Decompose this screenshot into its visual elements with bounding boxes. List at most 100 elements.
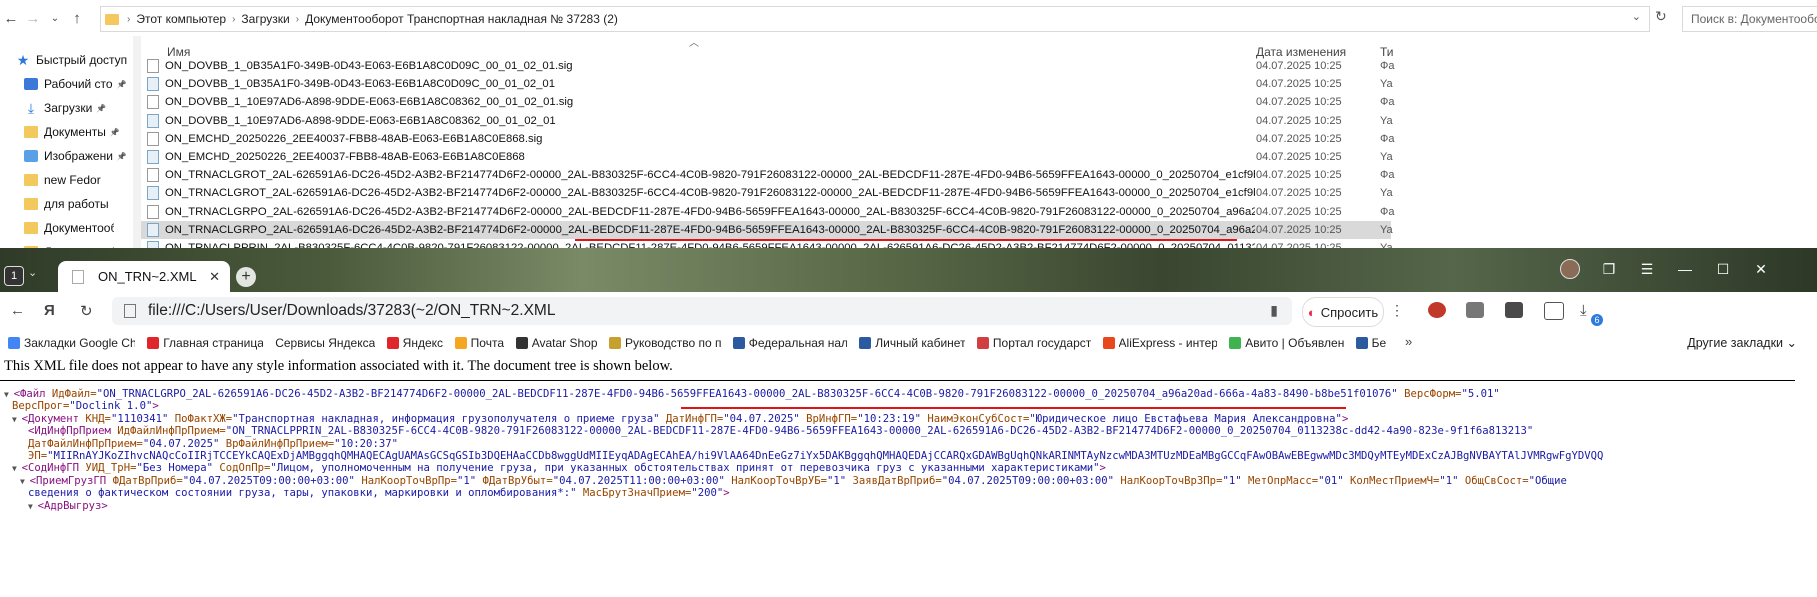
file-explorer-window: ← → ⌄ ↑ › Этот компьютер › Загрузки › До…: [0, 0, 1817, 290]
breadcrumb-this-pc[interactable]: Этот компьютер: [130, 12, 232, 26]
file-list: ON_DOVBB_1_0B35A1F0-349B-0D43-E063-E6B1A…: [141, 57, 1394, 257]
bookmark-item[interactable]: Сервисы Яндекса: [275, 336, 374, 350]
file-row[interactable]: ON_TRNACLGRPO_2AL-626591A6-DC26-45D2-A3B…: [141, 203, 1394, 221]
collapse-triangle-icon[interactable]: ▼: [28, 502, 38, 511]
extension-icon[interactable]: [1428, 302, 1446, 318]
collapse-triangle-icon[interactable]: ▼: [4, 390, 14, 399]
sidebar-item[interactable]: Рабочий сто 📌: [0, 72, 132, 96]
bookmark-favicon-icon: [8, 337, 20, 349]
bookmark-item[interactable]: Личный кабинет: [859, 336, 965, 350]
bookmark-item[interactable]: Почта: [454, 336, 504, 350]
file-date: 04.07.2025 10:25: [1256, 78, 1342, 91]
xml-tag: >: [723, 487, 730, 500]
xml-attr-value: "04.07.2025T11:00:00+03:00": [552, 474, 725, 487]
xml-tag: <ИдИнфПрПрием: [28, 425, 118, 438]
tabs-menu-icon[interactable]: ☰: [1628, 261, 1666, 278]
collapse-triangle-icon[interactable]: ▼: [20, 477, 30, 486]
file-row[interactable]: ON_DOVBB_1_10E97AD6-A898-9DDE-E063-E6B1A…: [141, 112, 1393, 130]
chevron-down-icon[interactable]: ⌄: [1632, 10, 1641, 23]
file-date: 04.07.2025 10:25: [1256, 96, 1342, 109]
downloads-icon[interactable]: ⤓: [1580, 302, 1587, 319]
file-date: 04.07.2025 10:25: [1256, 151, 1342, 164]
breadcrumb-current-folder[interactable]: Документооборот Транспортная накладная №…: [299, 12, 624, 26]
sidebar-item[interactable]: Документы 📌: [0, 120, 132, 144]
file-name: ON_TRNACLGROT_2AL-626591A6-DC26-45D2-A3B…: [165, 187, 1255, 200]
file-row[interactable]: ON_EMCHD_20250226_2EE40037-FBB8-48AB-E06…: [141, 130, 1394, 148]
workspace-badge[interactable]: 1: [4, 266, 24, 286]
file-row[interactable]: ON_TRNACLGROT_2AL-626591A6-DC26-45D2-A3B…: [141, 184, 1393, 202]
collapse-triangle-icon[interactable]: ▼: [12, 415, 22, 424]
minimize-icon[interactable]: —: [1666, 261, 1704, 277]
tab-bar: 1 ⌄ ON_TRN~2.XML ✕ + ❐ ☰ — ☐ ✕: [0, 248, 1817, 292]
maximize-icon[interactable]: ☐: [1704, 261, 1742, 278]
bookmark-item[interactable]: Закладки Google Ch: [8, 336, 135, 350]
bookmark-item[interactable]: Авито | Объявлен: [1229, 336, 1344, 350]
other-bookmarks-button[interactable]: Другие закладки ⌄: [1687, 335, 1797, 350]
file-row[interactable]: ON_TRNACLGROT_2AL-626591A6-DC26-45D2-A3B…: [141, 166, 1394, 184]
file-row[interactable]: ON_DOVBB_1_0B35A1F0-349B-0D43-E063-E6B1A…: [141, 57, 1394, 75]
refresh-icon[interactable]: ↻: [1655, 8, 1667, 25]
document-icon: [72, 269, 84, 284]
bookmark-favicon-icon: [976, 337, 989, 349]
file-row[interactable]: ON_DOVBB_1_10E97AD6-A898-9DDE-E063-E6B1A…: [141, 93, 1394, 111]
up-arrow-icon[interactable]: ↑: [66, 10, 88, 27]
avatar[interactable]: [1560, 259, 1580, 279]
sidebar-item[interactable]: ★ Быстрый доступ: [0, 48, 132, 72]
back-arrow-icon[interactable]: ←: [10, 302, 25, 319]
tab-list-chevron-icon[interactable]: ⌄: [28, 266, 37, 279]
reload-icon[interactable]: ↻: [80, 302, 93, 320]
sidebar-item[interactable]: Изображени 📌: [0, 144, 132, 168]
bookmark-favicon-icon: [859, 337, 872, 349]
xml-tag: <ПриемГрузГП: [29, 474, 113, 487]
explorer-search-input[interactable]: Поиск в: Документооборот: [1682, 6, 1817, 32]
page-content: This XML file does not appear to have an…: [0, 356, 1817, 597]
folder-icon: [24, 198, 38, 210]
tab-active[interactable]: ON_TRN~2.XML ✕: [58, 261, 230, 292]
extensions-icon[interactable]: [1544, 302, 1564, 320]
address-bar[interactable]: › Этот компьютер › Загрузки › Документоо…: [100, 6, 1650, 32]
url-bar[interactable]: file:///C:/Users/User/Downloads/37283(~2…: [112, 297, 1292, 325]
sidebar-item[interactable]: new Fedor: [0, 168, 132, 192]
more-bookmarks-icon[interactable]: »: [1405, 334, 1412, 349]
recent-locations-icon[interactable]: ⌄: [44, 13, 66, 24]
bookmark-item[interactable]: AliExpress - интер: [1102, 336, 1217, 350]
extension-icon[interactable]: [1505, 302, 1523, 318]
yandex-logo-icon[interactable]: Я: [44, 302, 55, 319]
bookmark-item[interactable]: Яндекс: [386, 336, 443, 350]
new-tab-button[interactable]: +: [236, 267, 256, 287]
bookmark-item[interactable]: Бе: [1355, 336, 1386, 350]
file-row[interactable]: ON_TRNACLGRPO_2AL-626591A6-DC26-45D2-A3B…: [141, 220, 1393, 239]
xml-attr-name: ВерсФорм=: [1397, 388, 1462, 400]
xml-attr-value: "Лицом, уполномоченным на получение груз…: [270, 462, 1100, 475]
xml-attr-name: МетОпрМасс=: [1241, 474, 1319, 487]
breadcrumb-downloads[interactable]: Загрузки: [235, 12, 295, 26]
bookmark-icon[interactable]: ▮: [1270, 302, 1278, 319]
more-options-icon[interactable]: ⋮: [1390, 302, 1404, 319]
file-name: ON_EMCHD_20250226_2EE40037-FBB8-48AB-E06…: [165, 151, 525, 164]
xml-line: ДатФайлИнфПрПрием="04.07.2025" ВрФайлИнф…: [0, 438, 1817, 450]
bookmark-item[interactable]: Avatar Shop: [515, 336, 597, 350]
bookmark-label: Закладки Google Ch: [24, 336, 136, 350]
file-row[interactable]: ON_EMCHD_20250226_2EE40037-FBB8-48AB-E06…: [141, 148, 1393, 166]
red-underline-annotation: [575, 239, 1237, 241]
bookmark-label: Почта: [470, 336, 504, 350]
forward-arrow-icon[interactable]: →: [22, 10, 44, 27]
bookmark-item[interactable]: Федеральная нал: [732, 336, 847, 350]
back-arrow-icon[interactable]: ←: [0, 10, 22, 27]
collections-icon[interactable]: ❐: [1590, 261, 1628, 278]
close-window-icon[interactable]: ✕: [1742, 261, 1780, 278]
close-icon[interactable]: ✕: [209, 269, 220, 285]
bookmark-item[interactable]: Портал государст: [976, 336, 1091, 350]
bookmark-item[interactable]: Главная страница: [147, 336, 263, 350]
collapse-triangle-icon[interactable]: ▼: [12, 464, 22, 473]
bookmark-item[interactable]: Руководство по п: [609, 336, 721, 350]
folder-icon: [105, 13, 119, 25]
sidebar-item[interactable]: для работы: [0, 192, 132, 216]
extension-icon[interactable]: [1466, 302, 1484, 318]
ask-button[interactable]: ◐ Спросить: [1302, 297, 1384, 327]
sidebar-item[interactable]: ⤓ Загрузки 📌: [0, 96, 132, 120]
xml-attr-name: ПоФактХЖ=: [168, 412, 233, 425]
sidebar-item[interactable]: Документообор: [0, 216, 132, 240]
xml-tag: >: [1099, 462, 1106, 475]
file-row[interactable]: ON_DOVBB_1_0B35A1F0-349B-0D43-E063-E6B1A…: [141, 75, 1393, 93]
